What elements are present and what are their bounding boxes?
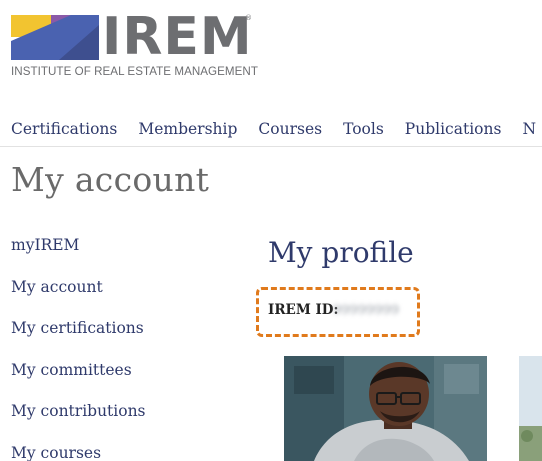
page-title: My account: [11, 160, 210, 199]
sidebar-item-my-committees[interactable]: My committees: [11, 358, 211, 400]
sidebar-item-my-courses[interactable]: My courses: [11, 441, 211, 461]
nav-item-next-cutoff[interactable]: N: [522, 118, 536, 140]
secondary-photo: [519, 356, 542, 461]
registered-mark: ®: [245, 14, 252, 22]
nav-item-certifications[interactable]: Certifications: [11, 118, 117, 140]
sidebar-item-myirem[interactable]: myIREM: [11, 233, 211, 275]
irem-wordmark: IREM: [102, 7, 253, 67]
logo-tagline: INSTITUTE OF REAL ESTATE MANAGEMENT: [11, 65, 258, 78]
nav-item-tools[interactable]: Tools: [343, 118, 384, 140]
irem-id-label: IREM ID:: [268, 302, 339, 318]
sidebar-item-my-certifications[interactable]: My certifications: [11, 316, 211, 358]
main-nav: Certifications Membership Courses Tools Publ…: [11, 118, 542, 140]
sidebar-item-my-contributions[interactable]: My contributions: [11, 399, 211, 441]
irem-id-value: 99999999: [333, 303, 400, 318]
irem-logo[interactable]: IREM ® INSTITUTE OF REAL ESTATE MANAGEME…: [11, 7, 258, 81]
nav-item-membership[interactable]: Membership: [138, 118, 237, 140]
nav-item-courses[interactable]: Courses: [258, 118, 322, 140]
profile-title: My profile: [268, 236, 414, 269]
irem-logo-mark-icon: [11, 15, 99, 60]
profile-photo: [284, 356, 487, 461]
nav-item-publications[interactable]: Publications: [405, 118, 502, 140]
sidebar-item-my-account[interactable]: My account: [11, 275, 211, 317]
account-sidebar: myIREM My account My certifications My c…: [11, 233, 211, 461]
nav-divider: [0, 146, 542, 147]
